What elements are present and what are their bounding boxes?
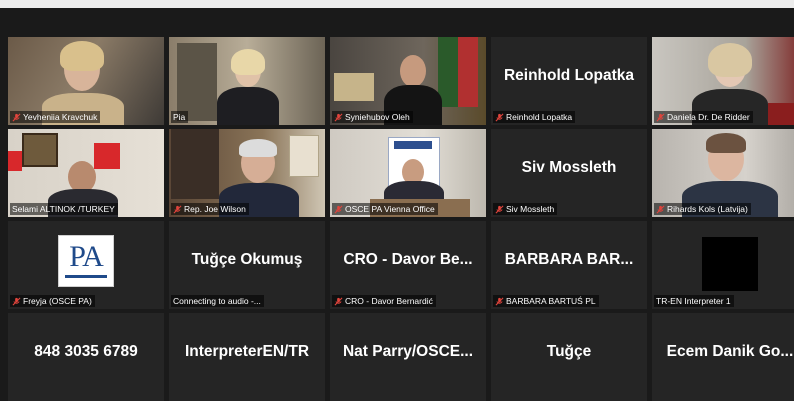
participant-tile[interactable]: Selami ALTINOK /TURKEY	[8, 129, 164, 217]
participant-tile[interactable]: Syniehubov Oleh	[330, 37, 486, 125]
participant-name-label: BARBARA BARTUŚ PL	[493, 295, 599, 307]
muted-mic-icon	[495, 205, 504, 213]
participant-tile[interactable]: Tuğçe	[491, 313, 647, 401]
participant-tile[interactable]: PA Freyja (OSCE PA)	[8, 221, 164, 309]
participant-tile[interactable]: Ecem Danik Go...	[652, 313, 794, 401]
muted-mic-icon	[12, 113, 21, 121]
participant-name-label: Syniehubov Oleh	[332, 111, 413, 123]
participant-name-label: Siv Mossleth	[493, 203, 558, 215]
participant-display-name: BARBARA BAR...	[504, 251, 634, 268]
participant-name-label: Yevheniia Kravchuk	[10, 111, 101, 123]
participant-name-label: Reinhold Lopatka	[493, 111, 576, 123]
muted-mic-icon	[334, 113, 343, 121]
participant-display-name: InterpreterEN/TR	[184, 343, 310, 360]
participant-display-name: Reinhold Lopatka	[503, 67, 635, 84]
participant-tile[interactable]: InterpreterEN/TR	[169, 313, 325, 401]
muted-mic-icon	[656, 113, 665, 121]
participant-tile[interactable]: Daniela Dr. De Ridder	[652, 37, 794, 125]
participant-name-label: Selami ALTINOK /TURKEY	[10, 203, 118, 215]
participant-tile[interactable]: Rihards Kols (Latvija)	[652, 129, 794, 217]
participant-name-label: Pia	[171, 111, 189, 123]
participant-name-label: Rep. Joe Wilson	[171, 203, 249, 215]
participant-tile[interactable]: Reinhold Lopatka Reinhold Lopatka	[491, 37, 647, 125]
participant-tile[interactable]: Rep. Joe Wilson	[169, 129, 325, 217]
participant-name-label: TR-EN Interpreter 1	[654, 295, 734, 307]
participant-tile[interactable]: Yevheniia Kravchuk	[8, 37, 164, 125]
participant-name-label: Rihards Kols (Latvija)	[654, 203, 751, 215]
participant-tile-active-speaker[interactable]: Pia	[169, 37, 325, 125]
participant-video	[169, 37, 325, 125]
muted-mic-icon	[173, 205, 182, 213]
participant-tile[interactable]: CRO - Davor Be... CRO - Davor Bernardić	[330, 221, 486, 309]
participant-display-name: 848 3035 6789	[34, 343, 138, 360]
participant-display-name: Tuğçe Okumuş	[191, 251, 303, 268]
participant-display-name: Tuğçe	[546, 343, 592, 360]
participant-name-label: Daniela Dr. De Ridder	[654, 111, 753, 123]
muted-mic-icon	[656, 205, 665, 213]
muted-mic-icon	[495, 113, 504, 121]
muted-mic-icon	[495, 297, 504, 305]
participant-display-name: Siv Mossleth	[521, 159, 617, 176]
participant-name-label: Connecting to audio -...	[171, 295, 264, 307]
participant-name-label: CRO - Davor Bernardić	[332, 295, 436, 307]
participant-tile[interactable]: 848 3035 6789	[8, 313, 164, 401]
osce-pa-logo: PA	[58, 235, 114, 287]
participant-gallery: Yevheniia Kravchuk Pia Syniehubov Oleh R…	[8, 37, 794, 401]
participant-tile[interactable]: Siv Mossleth Siv Mossleth	[491, 129, 647, 217]
participant-tile[interactable]: OSCE PA Vienna Office	[330, 129, 486, 217]
muted-mic-icon	[334, 205, 343, 213]
participant-tile[interactable]: Nat Parry/OSCE...	[330, 313, 486, 401]
window-top-bar	[0, 0, 794, 8]
participant-display-name: Ecem Danik Go...	[666, 343, 794, 360]
participant-tile[interactable]: TR-EN Interpreter 1	[652, 221, 794, 309]
muted-mic-icon	[334, 297, 343, 305]
participant-avatar	[702, 237, 758, 291]
muted-mic-icon	[12, 297, 21, 305]
participant-tile[interactable]: BARBARA BAR... BARBARA BARTUŚ PL	[491, 221, 647, 309]
participant-name-label: Freyja (OSCE PA)	[10, 295, 95, 307]
participant-tile[interactable]: Tuğçe Okumuş Connecting to audio -...	[169, 221, 325, 309]
participant-display-name: CRO - Davor Be...	[343, 251, 473, 268]
participant-display-name: Nat Parry/OSCE...	[342, 343, 474, 360]
participant-name-label: OSCE PA Vienna Office	[332, 203, 438, 215]
